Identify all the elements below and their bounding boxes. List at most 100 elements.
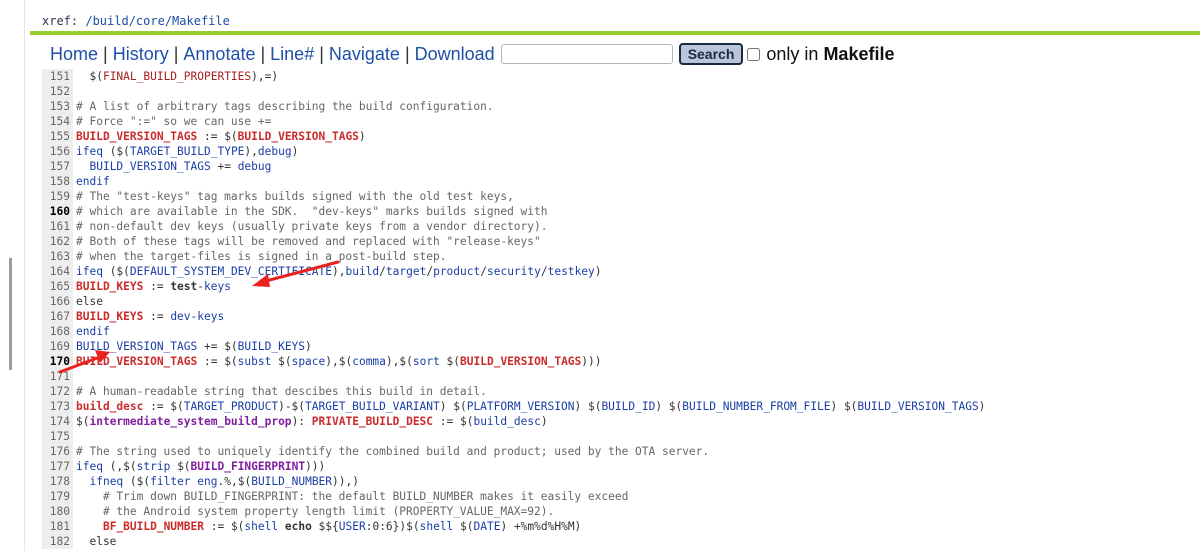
- code-token[interactable]: build_desc: [76, 400, 143, 413]
- code-token[interactable]: BUILD_KEYS: [238, 340, 305, 353]
- line-number-link[interactable]: 179: [42, 489, 73, 504]
- code-token[interactable]: USER: [339, 520, 366, 533]
- line-number-link[interactable]: 180: [42, 504, 73, 519]
- code-token[interactable]: sort: [413, 355, 440, 368]
- code-token[interactable]: intermediate_system_build_prop: [89, 415, 291, 428]
- nav-home-link[interactable]: Home: [50, 44, 98, 65]
- code-token[interactable]: keys: [204, 280, 231, 293]
- code-token[interactable]: BUILD_VERSION_TAGS: [238, 130, 359, 143]
- code-line: 177 ifeq (,$(strip $(BUILD_FINGERPRINT))): [42, 459, 1200, 474]
- code-token[interactable]: BUILD_KEYS: [76, 310, 143, 323]
- line-number-link[interactable]: 159: [42, 189, 73, 204]
- code-token: # the Android system property length lim…: [76, 505, 555, 518]
- nav-line-number-link[interactable]: Line#: [270, 44, 314, 65]
- code-token[interactable]: BUILD_VERSION_TAGS: [76, 340, 197, 353]
- left-scrollbar-thumb[interactable]: [9, 258, 12, 370]
- line-number-link[interactable]: 182: [42, 534, 73, 549]
- code-token[interactable]: debug: [238, 160, 272, 173]
- code-token[interactable]: TARGET_PRODUCT: [184, 400, 278, 413]
- line-number-link[interactable]: 160: [42, 204, 73, 219]
- line-number-link[interactable]: 156: [42, 144, 73, 159]
- line-number-link[interactable]: 178: [42, 474, 73, 489]
- code-token[interactable]: BUILD_FINGERPRINT: [191, 460, 306, 473]
- code-token: )),): [332, 475, 359, 488]
- code-token[interactable]: debug: [258, 145, 292, 158]
- line-number-link[interactable]: 157: [42, 159, 73, 174]
- code-token[interactable]: product: [433, 265, 480, 278]
- code-token: endif: [76, 325, 110, 338]
- line-number-link[interactable]: 152: [42, 84, 73, 99]
- line-number-link[interactable]: 177: [42, 459, 73, 474]
- line-number-link[interactable]: 171: [42, 369, 73, 384]
- line-number-link[interactable]: 173: [42, 399, 73, 414]
- code-line: 154 # Force ":=" so we can use +=: [42, 114, 1200, 129]
- code-token: ($(: [102, 145, 130, 158]
- xref-path-link[interactable]: /build/core/Makefile: [85, 14, 230, 28]
- line-number-link[interactable]: 154: [42, 114, 73, 129]
- line-number-link[interactable]: 175: [42, 429, 73, 444]
- code-token[interactable]: eng: [197, 475, 217, 488]
- code-token[interactable]: subst: [238, 355, 272, 368]
- code-token[interactable]: shell: [420, 520, 454, 533]
- code-line: 163 # when the target-files is signed in …: [42, 249, 1200, 264]
- line-number-link[interactable]: 172: [42, 384, 73, 399]
- line-number-link[interactable]: 155: [42, 129, 73, 144]
- code-token[interactable]: TARGET_BUILD_VARIANT: [305, 400, 440, 413]
- code-token[interactable]: build: [345, 265, 379, 278]
- line-number-link[interactable]: 181: [42, 519, 73, 534]
- line-number-link[interactable]: 170: [42, 354, 73, 369]
- code-token[interactable]: space: [292, 355, 326, 368]
- line-number-link[interactable]: 176: [42, 444, 73, 459]
- code-token[interactable]: DATE: [474, 520, 501, 533]
- code-token: $${: [311, 520, 339, 533]
- code-token[interactable]: TARGET_BUILD_TYPE: [130, 145, 245, 158]
- code-token[interactable]: BUILD_VERSION_TAGS: [460, 355, 581, 368]
- code-token[interactable]: build_desc: [473, 415, 540, 428]
- code-token[interactable]: BF_BUILD_NUMBER: [103, 520, 204, 533]
- code-token[interactable]: target: [386, 265, 426, 278]
- nav-download-link[interactable]: Download: [415, 44, 495, 65]
- line-number-link[interactable]: 174: [42, 414, 73, 429]
- code-token[interactable]: BUILD_ID: [601, 400, 655, 413]
- code-token[interactable]: testkey: [548, 265, 595, 278]
- code-token[interactable]: dev-keys: [170, 310, 224, 323]
- code-token[interactable]: BUILD_KEYS: [76, 280, 143, 293]
- code-token[interactable]: BUILD_VERSION_TAGS: [857, 400, 978, 413]
- code-token[interactable]: BUILD_VERSION_TAGS: [76, 355, 197, 368]
- nav-separator: |: [173, 43, 179, 64]
- code-token[interactable]: security: [487, 265, 541, 278]
- search-button[interactable]: Search: [678, 43, 744, 65]
- line-number-link[interactable]: 163: [42, 249, 73, 264]
- nav-navigate-link[interactable]: Navigate: [329, 44, 400, 65]
- line-number-link[interactable]: 166: [42, 294, 73, 309]
- code-token: $(: [76, 70, 103, 83]
- code-token[interactable]: PLATFORM_VERSION: [467, 400, 575, 413]
- line-number-link[interactable]: 151: [42, 69, 73, 84]
- only-in-file-checkbox[interactable]: [747, 47, 761, 61]
- code-token[interactable]: PRIVATE_BUILD_DESC: [312, 415, 433, 428]
- line-number-link[interactable]: 153: [42, 99, 73, 114]
- line-number-link[interactable]: 168: [42, 324, 73, 339]
- code-token[interactable]: BUILD_NUMBER_FROM_FILE: [682, 400, 830, 413]
- line-number-link[interactable]: 169: [42, 339, 73, 354]
- code-token[interactable]: BUILD_NUMBER: [251, 475, 332, 488]
- line-number-link[interactable]: 158: [42, 174, 73, 189]
- nav-history-link[interactable]: History: [113, 44, 169, 65]
- code-line: 181 BF_BUILD_NUMBER := $(shell echo $${U…: [42, 519, 1200, 534]
- code-token[interactable]: filter: [150, 475, 190, 488]
- nav-annotate-link[interactable]: Annotate: [183, 44, 255, 65]
- code-token[interactable]: comma: [352, 355, 386, 368]
- code-token: # which are available in the SDK. "dev-k…: [76, 205, 548, 218]
- code-token[interactable]: BUILD_VERSION_TAGS: [76, 130, 197, 143]
- code-token[interactable]: shell: [244, 520, 278, 533]
- line-number-link[interactable]: 167: [42, 309, 73, 324]
- code-token[interactable]: strip: [137, 460, 171, 473]
- code-token[interactable]: DEFAULT_SYSTEM_DEV_CERTIFICATE: [130, 265, 332, 278]
- search-input[interactable]: [500, 44, 673, 64]
- code-token[interactable]: BUILD_VERSION_TAGS: [89, 160, 210, 173]
- line-number-link[interactable]: 161: [42, 219, 73, 234]
- line-number-link[interactable]: 165: [42, 279, 73, 294]
- line-number-link[interactable]: 164: [42, 264, 73, 279]
- line-number-link[interactable]: 162: [42, 234, 73, 249]
